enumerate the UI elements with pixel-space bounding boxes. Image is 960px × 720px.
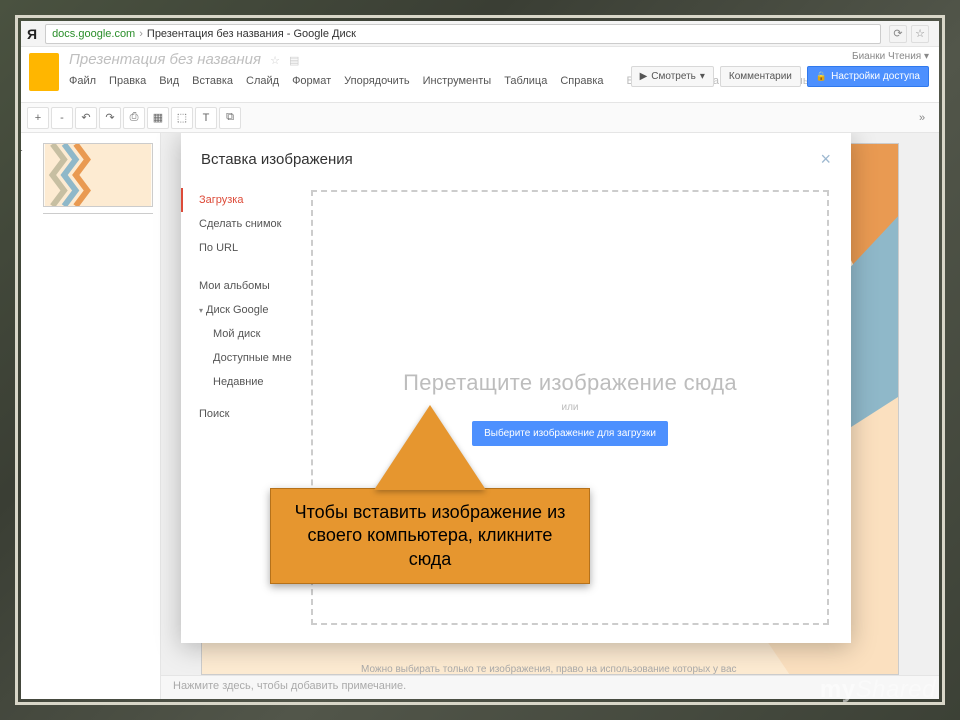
thumb-number: 1 — [21, 143, 23, 154]
menu-edit[interactable]: Правка — [109, 75, 146, 87]
tool-image[interactable]: ⧉ — [219, 107, 241, 129]
side-upload[interactable]: Загрузка — [181, 188, 311, 212]
browser-window: Я docs.google.com › Презентация без назв… — [21, 21, 939, 699]
close-icon[interactable]: × — [820, 149, 831, 170]
tool-minus[interactable]: - — [51, 107, 73, 129]
address-bar: Я docs.google.com › Презентация без назв… — [21, 21, 939, 47]
browser-logo[interactable]: Я — [27, 26, 37, 42]
tool-undo[interactable]: ↶ — [75, 107, 97, 129]
comments-button[interactable]: Комментарии — [720, 66, 801, 87]
menu-view[interactable]: Вид — [159, 75, 179, 87]
menu-tools[interactable]: Инструменты — [423, 75, 492, 87]
account-menu[interactable]: Бианки Чтения ▾ — [852, 51, 929, 62]
insert-image-dialog: Вставка изображения × Загрузка Сделать с… — [181, 133, 851, 643]
bookmark-star-icon[interactable]: ☆ — [911, 25, 929, 43]
side-recent[interactable]: Недавние — [199, 370, 311, 394]
side-snapshot[interactable]: Сделать снимок — [199, 212, 311, 236]
side-mydisk[interactable]: Мой диск — [199, 322, 311, 346]
favourite-star-icon[interactable]: ☆ — [270, 55, 280, 67]
tool-shape[interactable]: ⬚ — [171, 107, 193, 129]
folder-icon[interactable]: ▤ — [289, 55, 299, 67]
choose-file-button[interactable]: Выберите изображение для загрузки — [472, 421, 668, 446]
doc-title[interactable]: Презентация без названия — [69, 51, 261, 68]
side-byurl[interactable]: По URL — [199, 236, 311, 260]
menu-help[interactable]: Справка — [560, 75, 603, 87]
menu-insert[interactable]: Вставка — [192, 75, 233, 87]
tool-grid[interactable]: ▦ — [147, 107, 169, 129]
slide-thumbnails: 1 — [21, 133, 161, 699]
rights-hint: Можно выбирать только те изображения, пр… — [361, 664, 879, 675]
url-domain: docs.google.com — [52, 28, 135, 40]
menu-file[interactable]: Файл — [69, 75, 96, 87]
url-box[interactable]: docs.google.com › Презентация без назван… — [45, 24, 881, 44]
side-drive[interactable]: Диск Google — [199, 298, 311, 322]
dialog-sidebar: Загрузка Сделать снимок По URL Мои альбо… — [181, 180, 311, 643]
menu-format[interactable]: Формат — [292, 75, 331, 87]
tool-text[interactable]: T — [195, 107, 217, 129]
menu-slide[interactable]: Слайд — [246, 75, 279, 87]
toolbar-collapse-icon[interactable]: » — [911, 112, 933, 124]
tool-redo[interactable]: ↷ — [99, 107, 121, 129]
side-search[interactable]: Поиск — [199, 402, 311, 426]
toolbar: + - ↶ ↷ ⎙ ▦ ⬚ T ⧉ » — [21, 103, 939, 133]
reload-icon[interactable]: ⟳ — [889, 25, 907, 43]
url-title: Презентация без названия - Google Диск — [147, 28, 356, 40]
menu-arrange[interactable]: Упорядочить — [344, 75, 409, 87]
side-shared[interactable]: Доступные мне — [199, 346, 311, 370]
dialog-title: Вставка изображения — [201, 151, 353, 168]
drop-text: Перетащите изображение сюда — [403, 370, 737, 396]
slide-thumbnail-1[interactable] — [43, 143, 153, 207]
slides-logo-icon — [29, 53, 59, 91]
share-button[interactable]: 🔒Настройки доступа — [807, 66, 929, 87]
watermark: myShared — [820, 676, 936, 704]
lock-icon: 🔒 — [816, 71, 827, 82]
tool-print[interactable]: ⎙ — [123, 107, 145, 129]
doc-header: Презентация без названия ☆ ▤ Файл Правка… — [21, 47, 939, 103]
drop-zone[interactable]: Перетащите изображение сюда или Выберите… — [311, 190, 829, 625]
side-albums[interactable]: Мои альбомы — [199, 274, 311, 298]
drop-or: или — [561, 402, 578, 413]
workspace: 1 — [21, 133, 939, 699]
tool-newslide[interactable]: + — [27, 107, 49, 129]
menu-table[interactable]: Таблица — [504, 75, 547, 87]
present-button[interactable]: ▶ Смотреть ▾ — [631, 66, 714, 87]
